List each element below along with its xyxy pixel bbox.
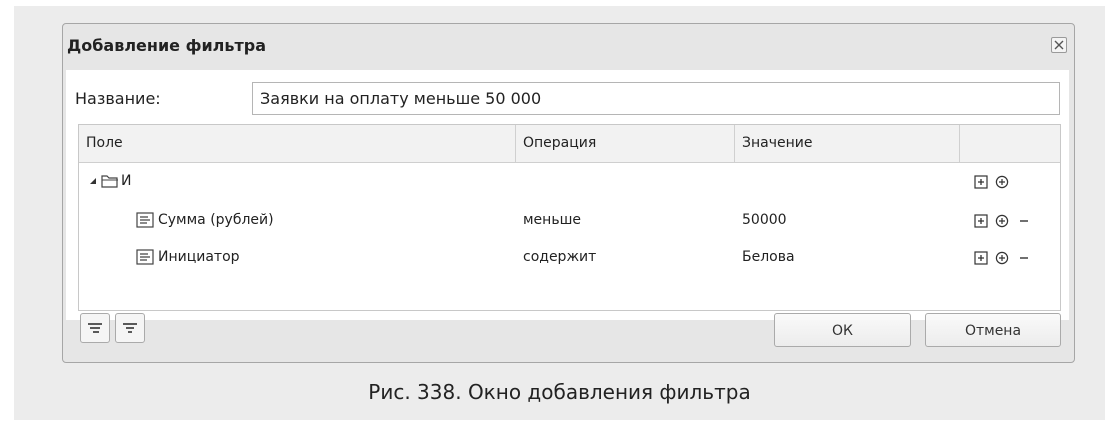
remove-condition-button[interactable] <box>1016 250 1032 266</box>
field-icon <box>136 249 154 265</box>
remove-icon <box>1020 220 1028 222</box>
condition-row[interactable]: Сумма (рублей) меньше 50000 <box>79 202 1060 239</box>
figure-caption: Рис. 338. Окно добавления фильтра <box>368 380 751 404</box>
add-filter-dialog: Добавление фильтра Название: Поле Операц… <box>62 23 1075 363</box>
triangle-down-icon <box>90 178 96 184</box>
column-header-field[interactable]: Поле <box>79 125 516 162</box>
condition-field[interactable]: Сумма (рублей) <box>158 202 274 239</box>
filter-button-1[interactable] <box>80 313 110 343</box>
dialog-body: Название: Поле Операция Значение <box>66 70 1069 320</box>
add-condition-button[interactable] <box>973 213 989 229</box>
column-header-value[interactable]: Значение <box>735 125 960 162</box>
folder-icon-wrap <box>101 163 119 200</box>
cancel-button[interactable]: Отмена <box>925 313 1061 347</box>
field-icon <box>136 212 154 228</box>
folder-icon <box>101 175 118 188</box>
filter-grid: Поле Операция Значение И Сумма (рублей) … <box>78 124 1061 311</box>
close-icon <box>1054 40 1064 50</box>
condition-field[interactable]: Инициатор <box>158 239 240 276</box>
add-condition-icon <box>974 214 988 228</box>
dialog-title: Добавление фильтра <box>67 36 267 55</box>
name-input[interactable] <box>252 82 1060 115</box>
ok-button[interactable]: ОК <box>774 313 911 347</box>
filter-icon <box>123 323 137 333</box>
add-condition-button[interactable] <box>973 174 989 190</box>
field-icon-wrap <box>136 202 154 239</box>
column-header-operation[interactable]: Операция <box>516 125 735 162</box>
filter-button-2[interactable] <box>115 313 145 343</box>
group-label: И <box>121 173 132 189</box>
expand-toggle[interactable] <box>89 163 97 200</box>
add-group-button[interactable] <box>994 250 1010 266</box>
add-condition-icon <box>974 251 988 265</box>
group-row[interactable]: И <box>79 163 1060 200</box>
condition-value[interactable]: Белова <box>742 239 795 276</box>
add-group-button[interactable] <box>994 213 1010 229</box>
column-header-actions <box>960 125 1060 162</box>
name-label: Название: <box>75 89 161 108</box>
add-group-icon <box>995 251 1009 265</box>
add-group-icon <box>995 214 1009 228</box>
condition-operation[interactable]: меньше <box>523 202 581 239</box>
add-condition-icon <box>974 175 988 189</box>
grid-header: Поле Операция Значение <box>79 125 1060 163</box>
close-button[interactable] <box>1051 37 1067 53</box>
condition-value[interactable]: 50000 <box>742 202 787 239</box>
field-icon-wrap <box>136 239 154 276</box>
add-condition-button[interactable] <box>973 250 989 266</box>
remove-icon <box>1020 257 1028 259</box>
add-group-icon <box>995 175 1009 189</box>
condition-operation[interactable]: содержит <box>523 239 596 276</box>
remove-condition-button[interactable] <box>1016 213 1032 229</box>
filter-icon <box>88 323 102 333</box>
add-group-button[interactable] <box>994 174 1010 190</box>
condition-row[interactable]: Инициатор содержит Белова <box>79 239 1060 276</box>
